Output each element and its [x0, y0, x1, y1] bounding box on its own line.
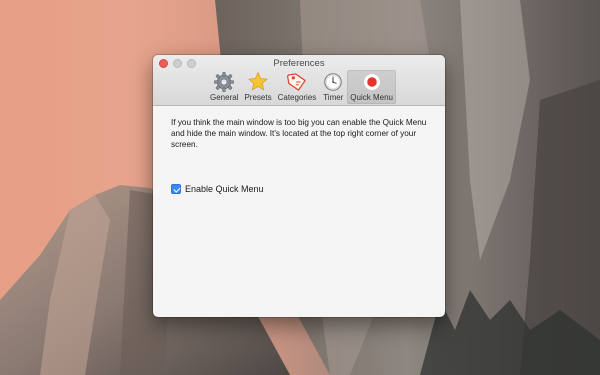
tab-quick-menu[interactable]: Quick Menu	[347, 70, 396, 104]
tab-timer[interactable]: Timer	[319, 70, 347, 104]
clock-icon	[324, 73, 343, 91]
window-titlebar: Preferences General Presets Categories T…	[153, 55, 445, 106]
tab-presets-label: Presets	[244, 93, 272, 102]
tab-presets[interactable]: Presets	[241, 70, 274, 104]
tab-general[interactable]: General	[207, 70, 241, 104]
tab-quick-menu-label: Quick Menu	[350, 93, 393, 102]
enable-quick-menu-row[interactable]: Enable Quick Menu	[171, 184, 427, 194]
preferences-toolbar: General Presets Categories Timer Quick M…	[207, 70, 396, 104]
tab-general-label: General	[210, 93, 239, 102]
gear-icon	[214, 72, 235, 92]
enable-quick-menu-label[interactable]: Enable Quick Menu	[185, 184, 264, 194]
tab-categories[interactable]: Categories	[275, 70, 320, 104]
preferences-window: Preferences General Presets Categories T…	[153, 55, 445, 317]
tab-categories-label: Categories	[277, 93, 317, 102]
star-icon	[248, 71, 268, 91]
quick-menu-pane: If you think the main window is too big …	[153, 106, 445, 205]
tag-icon	[286, 73, 306, 91]
tab-timer-label: Timer	[323, 93, 344, 102]
enable-quick-menu-checkbox[interactable]	[171, 184, 181, 194]
window-title: Preferences	[273, 58, 325, 69]
record-icon	[363, 73, 381, 91]
quick-menu-description: If you think the main window is too big …	[171, 118, 427, 149]
